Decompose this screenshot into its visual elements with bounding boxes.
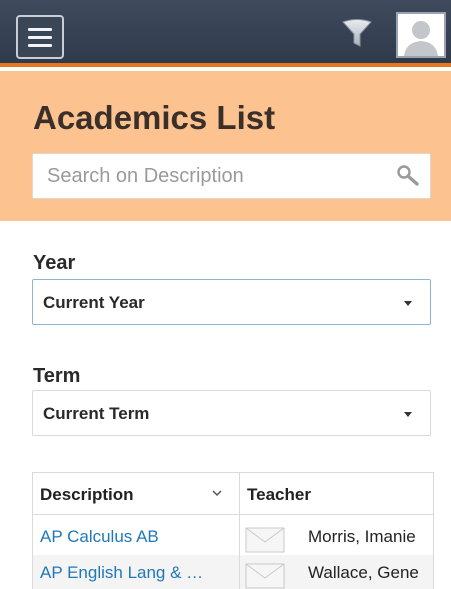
column-header-teacher[interactable]: Teacher	[247, 485, 311, 505]
search-icon[interactable]	[396, 164, 420, 188]
filter-icon[interactable]	[340, 18, 374, 50]
year-label: Year	[33, 252, 76, 274]
caret-down-icon	[404, 412, 412, 417]
avatar-icon	[404, 21, 438, 56]
page-header: Academics List	[0, 71, 451, 221]
search-box[interactable]	[32, 153, 431, 199]
table-row[interactable]: AP English Lang & … Wallace, Gene	[33, 555, 433, 589]
avatar[interactable]	[396, 12, 446, 58]
mail-icon[interactable]	[245, 527, 285, 553]
chevron-down-icon[interactable]	[211, 487, 223, 499]
column-divider	[239, 473, 240, 589]
year-select[interactable]: Current Year	[32, 279, 431, 325]
menu-button[interactable]	[16, 15, 64, 59]
page-title: Academics List	[33, 99, 276, 136]
course-link[interactable]: AP English Lang & …	[40, 563, 230, 583]
year-select-value: Current Year	[43, 293, 145, 312]
term-select-value: Current Term	[43, 404, 150, 423]
mail-icon[interactable]	[245, 563, 285, 589]
column-header-description[interactable]: Description	[40, 485, 134, 505]
top-bar	[0, 0, 451, 67]
term-label: Term	[33, 365, 81, 387]
academics-table: Description Teacher AP Calculus AB Morri…	[32, 472, 434, 589]
teacher-name: Morris, Imanie	[308, 527, 416, 546]
term-select[interactable]: Current Term	[32, 390, 431, 436]
search-input[interactable]	[33, 154, 383, 198]
teacher-name: Wallace, Gene	[308, 563, 419, 582]
table-row[interactable]: AP Calculus AB Morris, Imanie	[33, 519, 433, 555]
course-link[interactable]: AP Calculus AB	[40, 527, 230, 547]
table-header: Description Teacher	[33, 473, 433, 515]
caret-down-icon	[404, 301, 412, 306]
